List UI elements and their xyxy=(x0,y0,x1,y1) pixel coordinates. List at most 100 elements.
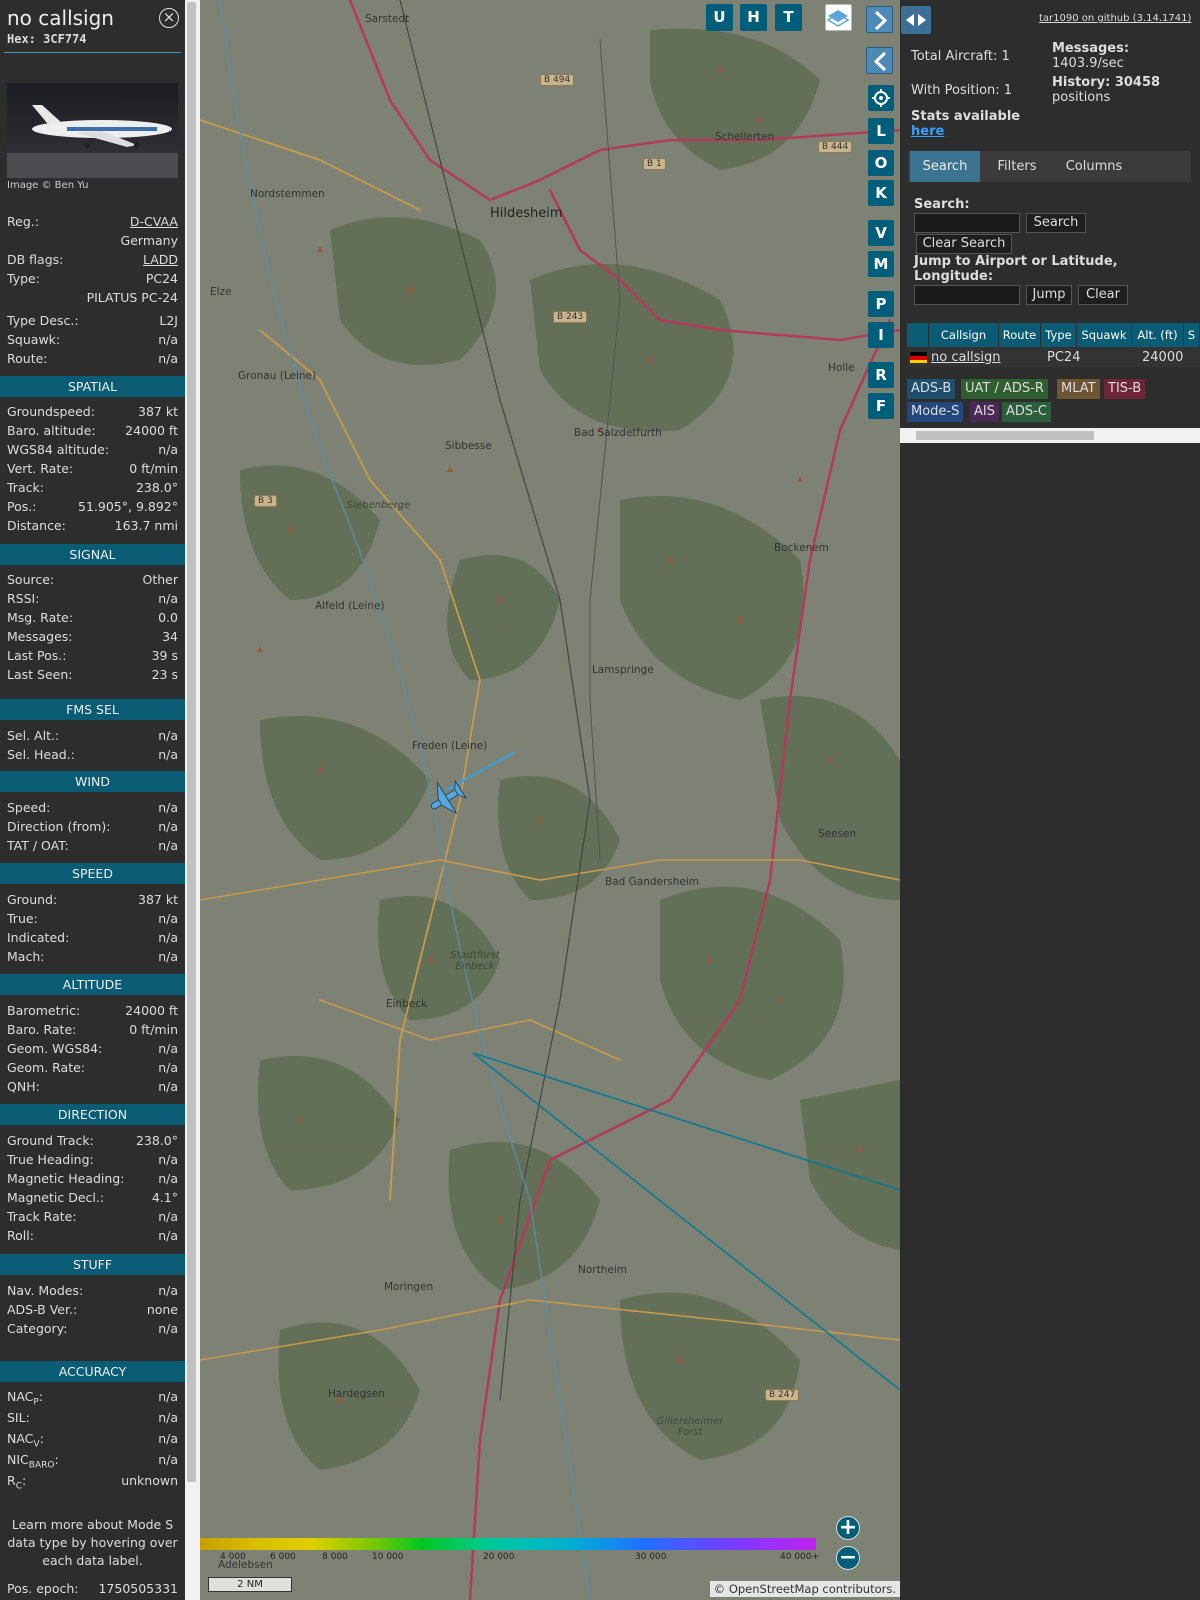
settings-gear-icon[interactable] xyxy=(868,85,894,111)
direction-row: True Heading: n/a xyxy=(7,1152,178,1169)
country-row: Germany xyxy=(7,233,178,250)
zoom-in-button[interactable]: + xyxy=(836,1516,860,1540)
accuracy-label: NICBARO: xyxy=(7,1452,59,1471)
table-horizontal-scrollbar[interactable] xyxy=(900,428,1200,443)
aircraft-photo[interactable] xyxy=(7,83,178,178)
clear-search-button[interactable]: Clear Search xyxy=(916,234,1012,254)
direction-label: Roll: xyxy=(7,1228,34,1243)
stuff-label: Nav. Modes: xyxy=(7,1283,84,1298)
selected-hex: Hex: 3CF774 xyxy=(7,32,87,46)
spatial-label: Vert. Rate: xyxy=(7,461,74,476)
column-altitude[interactable]: Alt. (ft) xyxy=(1132,323,1184,347)
town-label: Nordstemmen xyxy=(250,188,325,200)
speed-row: Mach: n/a xyxy=(7,949,178,966)
wind-row: Speed: n/a xyxy=(7,800,178,817)
stats-link[interactable]: here xyxy=(911,124,944,139)
road-label: B 247 xyxy=(765,1389,800,1401)
left-scrollbar-thumb[interactable] xyxy=(187,2,196,1482)
town-label: Stadtforst Einbeck xyxy=(450,950,500,972)
button-f[interactable]: F xyxy=(868,393,894,419)
search-button[interactable]: Search xyxy=(1026,213,1086,233)
town-label: Hildesheim xyxy=(490,206,563,221)
button-p[interactable]: P xyxy=(868,291,894,317)
zoom-out-button[interactable]: − xyxy=(836,1546,860,1570)
accuracy-row: RC: unknown xyxy=(7,1473,178,1492)
squawk-row: Squawk: n/a xyxy=(7,332,178,349)
button-m[interactable]: M xyxy=(868,251,894,277)
chevron-right-icon xyxy=(874,10,888,31)
altitude-row: Geom. Rate: n/a xyxy=(7,1060,178,1077)
map-attribution[interactable]: © OpenStreetMap contributors. xyxy=(709,1581,900,1597)
scrollbar-thumb[interactable] xyxy=(916,431,1094,440)
column-route[interactable]: Route xyxy=(999,323,1041,347)
history-label: History: 30458 xyxy=(1052,75,1161,90)
map[interactable]: Sarstedt Hildesheim Schellerten Nordstem… xyxy=(200,0,900,1600)
column-callsign[interactable]: Callsign xyxy=(929,323,999,347)
clear-button[interactable]: Clear xyxy=(1078,285,1128,305)
layers-glyph xyxy=(826,10,850,27)
with-position: With Position: 1 xyxy=(911,83,1013,98)
direction-label: Magnetic Decl.: xyxy=(7,1190,105,1205)
section-accuracy: ACCURACY xyxy=(0,1361,185,1382)
stuff-row: Category: n/a xyxy=(7,1321,178,1338)
accuracy-label: RC: xyxy=(7,1473,27,1492)
spatial-label: Groundspeed: xyxy=(7,404,95,419)
expand-right-icon[interactable] xyxy=(866,6,893,33)
tab-search[interactable]: Search xyxy=(910,151,980,182)
button-h[interactable]: H xyxy=(740,4,767,31)
speed-row: Indicated: n/a xyxy=(7,930,178,947)
altitude-value: n/a xyxy=(158,1041,178,1056)
route-value: n/a xyxy=(158,351,178,366)
signal-value: 23 s xyxy=(151,667,178,682)
toggle-sidebar-icon[interactable] xyxy=(901,6,931,34)
spatial-row: Baro. altitude: 24000 ft xyxy=(7,423,178,440)
accuracy-label: SIL: xyxy=(7,1410,30,1425)
row-callsign[interactable]: no callsign xyxy=(931,349,1001,367)
column-squawk[interactable]: Squawk xyxy=(1077,323,1132,347)
jump-input[interactable] xyxy=(914,285,1020,305)
button-o[interactable]: O xyxy=(868,150,894,176)
reg-link[interactable]: D-CVAA xyxy=(130,214,178,229)
jump-button[interactable]: Jump xyxy=(1026,285,1072,305)
signal-row: Last Seen: 23 s xyxy=(7,667,178,684)
source-adsb: ADS-B xyxy=(907,379,956,399)
github-link[interactable]: tar1090 on github (3.14.1741) xyxy=(1039,13,1191,24)
accuracy-value: n/a xyxy=(158,1389,178,1404)
aircraft-icon[interactable] xyxy=(425,776,469,820)
layers-icon[interactable] xyxy=(825,4,852,31)
button-k[interactable]: K xyxy=(868,180,894,206)
column-speed[interactable]: S xyxy=(1184,323,1200,347)
search-input[interactable] xyxy=(914,213,1020,233)
tab-columns[interactable]: Columns xyxy=(1052,151,1136,182)
stuff-label: Category: xyxy=(7,1321,68,1336)
typedesc-value: L2J xyxy=(159,313,178,328)
epoch-value: 1750505331 xyxy=(98,1581,178,1596)
dbflags-link[interactable]: LADD xyxy=(143,252,178,267)
button-t[interactable]: T xyxy=(775,4,802,31)
town-label: Schellerten xyxy=(715,131,775,143)
wind-row: Direction (from): n/a xyxy=(7,819,178,836)
column-flag xyxy=(907,323,929,347)
scale-bar: 2 NM xyxy=(208,1577,292,1592)
collapse-left-icon[interactable] xyxy=(866,47,893,74)
speed-row: True: n/a xyxy=(7,911,178,928)
speed-label: Ground: xyxy=(7,892,58,907)
spatial-row: Vert. Rate: 0 ft/min xyxy=(7,461,178,478)
button-u[interactable]: U xyxy=(706,4,733,31)
close-icon[interactable]: × xyxy=(159,8,179,28)
tab-filters[interactable]: Filters xyxy=(984,151,1050,182)
button-l[interactable]: L xyxy=(868,118,894,144)
route-row: Route: n/a xyxy=(7,351,178,368)
altitude-row: Geom. WGS84: n/a xyxy=(7,1041,178,1058)
fms-value: n/a xyxy=(158,728,178,743)
signal-value: 34 xyxy=(162,629,178,644)
section-direction: DIRECTION xyxy=(0,1104,185,1125)
type-label: Type: xyxy=(7,271,40,286)
button-v[interactable]: V xyxy=(868,220,894,246)
stuff-value: n/a xyxy=(158,1283,178,1298)
button-i[interactable]: I xyxy=(868,322,894,348)
button-r[interactable]: R xyxy=(868,362,894,388)
direction-value: n/a xyxy=(158,1152,178,1167)
aircraft-photo-image xyxy=(7,105,178,178)
column-type[interactable]: Type xyxy=(1041,323,1077,347)
